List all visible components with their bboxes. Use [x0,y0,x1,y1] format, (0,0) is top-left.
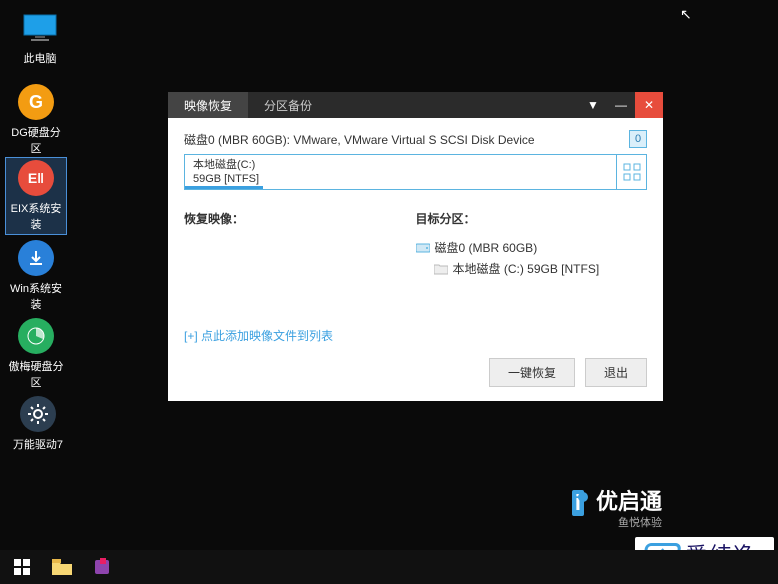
desktop-icon-label: Win系统安装 [6,280,66,312]
taskbar-item-explorer[interactable] [42,550,82,584]
upe-logo: i优启通 [572,484,662,516]
download-arrow-icon [18,240,54,276]
grid-view-icon[interactable] [616,155,646,189]
monitor-icon [22,10,58,46]
taskbar[interactable] [0,550,778,584]
titlebar[interactable]: 映像恢复 分区备份 ▼ — ✕ [168,92,663,118]
tree-disk-item[interactable]: 磁盘0 (MBR 60GB) [416,237,648,258]
restore-button[interactable]: 一键恢复 [489,358,575,387]
desktop-icon-this-pc[interactable]: 此电脑 [10,10,70,66]
desktop-icon-eix-install[interactable]: E‖ EIX系统安装 [6,158,66,234]
dropdown-button[interactable]: ▼ [579,92,607,118]
gear-icon [20,396,56,432]
target-section-title: 目标分区： [416,210,648,227]
add-image-link[interactable]: [+] 点此添加映像文件到列表 [184,327,416,344]
desktop-icon-label: DG硬盘分区 [6,124,66,156]
disk-info-text: 磁盘0 (MBR 60GB): VMware, VMware Virtual S… [184,131,629,148]
restore-section-title: 恢复映像： [184,210,416,227]
disk-number-badge[interactable]: 0 [629,130,647,148]
dialog-body: 磁盘0 (MBR 60GB): VMware, VMware Virtual S… [168,118,663,401]
exit-button[interactable]: 退出 [585,358,647,387]
windows-icon [14,559,30,575]
g-circle-icon: G [18,84,54,120]
tab-image-restore[interactable]: 映像恢复 [168,92,248,118]
desktop-icon-label: 傲梅硬盘分区 [6,358,66,390]
desktop-icon-label: 万能驱动7 [8,436,68,452]
desktop-icon-label: 此电脑 [10,50,70,66]
mouse-cursor-icon: ↖ [680,6,692,23]
minimize-button[interactable]: — [607,92,635,118]
upe-subtitle: 鱼悦体验 [618,514,662,530]
partition-selector[interactable]: 本地磁盘(C:) 59GB [NTFS] [184,154,647,190]
disk-icon [416,242,430,254]
tree-partition-label: 本地磁盘 (C:) 59GB [NTFS] [453,260,600,277]
desktop-icon-aomei[interactable]: 傲梅硬盘分区 [6,318,66,390]
tree-partition-item[interactable]: 本地磁盘 (C:) 59GB [NTFS] [416,258,648,279]
tree-disk-label: 磁盘0 (MBR 60GB) [435,239,538,256]
pie-chart-icon [18,318,54,354]
restore-image-section: 恢复映像： [+] 点此添加映像文件到列表 [184,210,416,344]
app-icon [93,558,111,576]
folder-icon [52,559,72,575]
folder-icon [434,263,448,275]
desktop-icon-driver7[interactable]: 万能驱动7 [8,396,68,452]
start-button[interactable] [2,550,42,584]
desktop-icon-dg-partition[interactable]: G DG硬盘分区 [6,84,66,156]
partition-size: 59GB [NTFS] [193,172,608,186]
tab-partition-backup[interactable]: 分区备份 [248,92,328,118]
close-button[interactable]: ✕ [635,92,663,118]
image-restore-dialog: 映像恢复 分区备份 ▼ — ✕ 磁盘0 (MBR 60GB): VMware, … [168,92,663,401]
partition-usage-bar [185,186,263,189]
partition-name: 本地磁盘(C:) [193,158,608,172]
target-partition-section: 目标分区： 磁盘0 (MBR 60GB) 本地磁盘 (C:) 59GB [NTF… [416,210,648,344]
desktop-icon-win-install[interactable]: Win系统安装 [6,240,66,312]
taskbar-item-app[interactable] [82,550,122,584]
pause-circle-icon: E‖ [18,160,54,196]
desktop-icon-label: EIX系统安装 [8,200,64,232]
